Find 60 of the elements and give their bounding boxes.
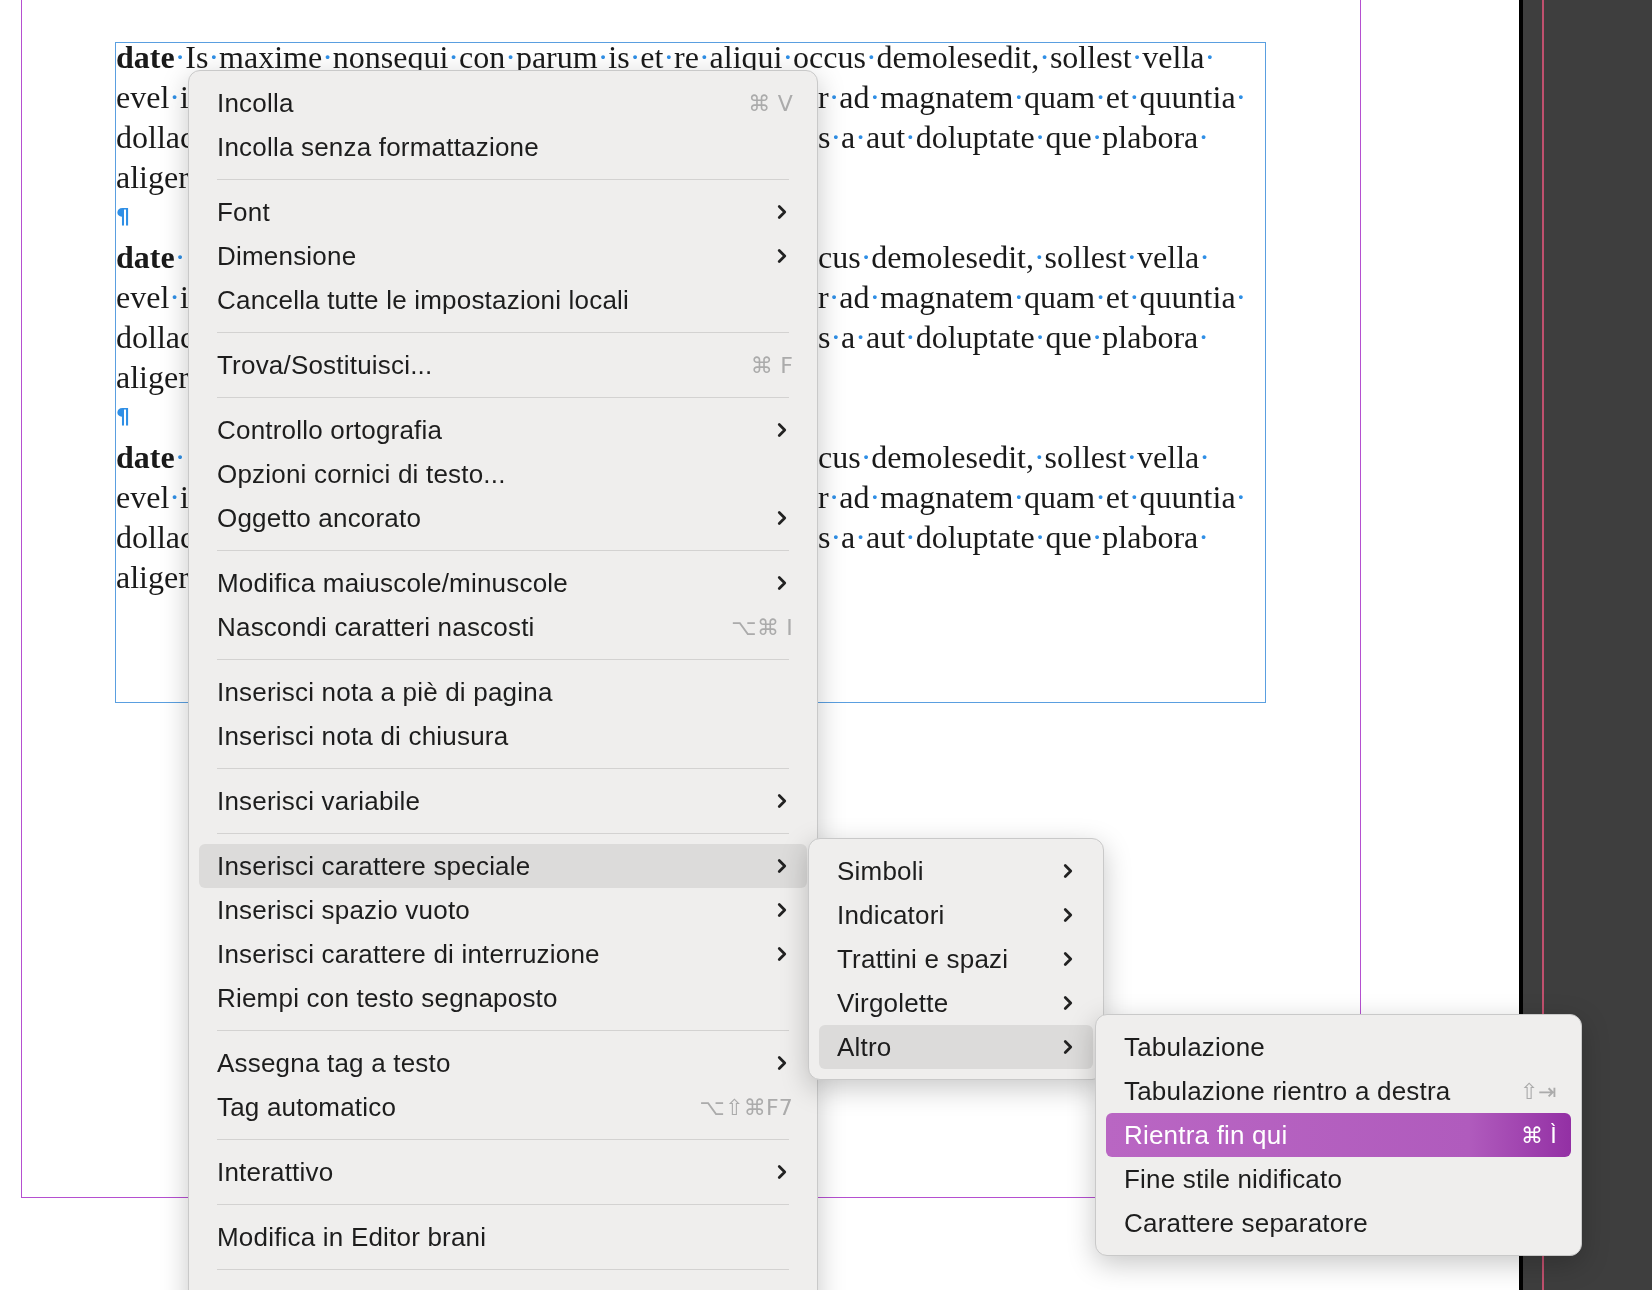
shortcut-label: ⌘ V — [747, 90, 793, 116]
menu-item[interactable]: Rientra fin qui ⌘ Ì — [1106, 1113, 1571, 1157]
menu-item[interactable]: Inserisci variabile — [199, 779, 807, 823]
document-text-line: dollac — [116, 518, 195, 557]
menu-item[interactable]: Incolla ⌘ V — [199, 81, 807, 125]
document-text-line: aliger — [116, 358, 189, 397]
menu-item[interactable]: Modifica in Editor brani — [199, 1215, 807, 1259]
menu-item[interactable]: Trattini e spazi — [819, 937, 1093, 981]
menu-item[interactable]: Inserisci spazio vuoto — [199, 888, 807, 932]
document-text-line: date·Is·maxime·nonsequi·con·parum·is·et·re·aliqui·occus·demolesedit,·sollest·vella· — [116, 38, 1216, 77]
menu-item[interactable]: Carattere separatore — [1106, 1201, 1571, 1245]
document-text-line: s·a·aut·doluptate·que·plabora· — [818, 118, 1209, 157]
menu-item[interactable]: Inserisci nota di chiusura — [199, 714, 807, 758]
document-text-line: s·a·aut·doluptate·que·plabora· — [818, 318, 1209, 357]
menu-item[interactable]: Tabulazione rientro a destra ⇧⇥ — [1106, 1069, 1571, 1113]
paragraph-mark: ¶ — [116, 203, 130, 231]
document-text-line: r·ad·magnatem·quam·et·quuntia· — [818, 478, 1247, 517]
document-text-line: cus·demolesedit,·sollest·vella· — [818, 438, 1210, 477]
shortcut-label: ⌥⌘ I — [730, 614, 793, 640]
menu-item[interactable]: Modifica maiuscole/minuscole — [199, 561, 807, 605]
menu-item[interactable]: Controllo ortografia — [199, 408, 807, 452]
shortcut-label: ⌥⇧⌘F7 — [698, 1094, 793, 1120]
document-text-line: evel·i — [116, 478, 189, 517]
document-text-line: r·ad·magnatem·quam·et·quuntia· — [818, 78, 1247, 117]
document-text-line: dollac — [116, 318, 195, 357]
menu-item[interactable]: Altro — [819, 1025, 1093, 1069]
menu-item[interactable]: Indicatori — [819, 893, 1093, 937]
document-text-line: s·a·aut·doluptate·que·plabora· — [818, 518, 1209, 557]
document-text-line: r·ad·magnatem·quam·et·quuntia· — [818, 278, 1247, 317]
menu-item[interactable]: Virgolette — [819, 981, 1093, 1025]
document-text-line: cus·demolesedit,·sollest·vella· — [818, 238, 1210, 277]
menu-item[interactable]: Fine stile nidificato — [1106, 1157, 1571, 1201]
document-text-line: aliger — [116, 558, 189, 597]
menu-item[interactable]: Cancella tutte le impostazioni locali — [199, 278, 807, 322]
menu-item[interactable]: Interattivo — [199, 1150, 807, 1194]
document-text-line: date· — [116, 238, 186, 277]
document-text-line: evel·i — [116, 78, 189, 117]
shortcut-label: ⇧⇥ — [1518, 1078, 1557, 1104]
menu-item[interactable]: Assegna tag a testo — [199, 1041, 807, 1085]
document-text-line: evel·i — [116, 278, 189, 317]
menu-item[interactable]: Incolla senza formattazione — [199, 125, 807, 169]
menu-item[interactable]: Trova/Sostituisci... ⌘ F — [199, 343, 807, 387]
menu-item[interactable]: Dimensione — [199, 234, 807, 278]
shortcut-label: ⌘ Ì — [1519, 1122, 1557, 1148]
menu-item[interactable]: Nascondi caratteri nascosti ⌥⌘ I — [199, 605, 807, 649]
menu-item[interactable]: Tag automatico ⌥⇧⌘F7 — [199, 1085, 807, 1129]
menu-item[interactable]: Inserisci nota a piè di pagina — [199, 670, 807, 714]
menu-item[interactable]: Inserisci carattere di interruzione — [199, 932, 807, 976]
shortcut-label: ⌘ F — [749, 352, 793, 378]
menu-item[interactable]: Opzioni cornici di testo... — [199, 452, 807, 496]
document-text-line: dollac — [116, 118, 195, 157]
menu-item[interactable]: Riempi con testo segnaposto — [199, 976, 807, 1020]
paragraph-mark: ¶ — [116, 403, 130, 431]
menu-item[interactable]: Inserisci carattere speciale — [199, 844, 807, 888]
document-text-line: date· — [116, 438, 186, 477]
menu-item[interactable]: Oggetto ancorato — [199, 496, 807, 540]
menu-item[interactable]: Tabulazione — [1106, 1025, 1571, 1069]
menu-item[interactable]: Simboli — [819, 849, 1093, 893]
document-text-line: aliger — [116, 158, 189, 197]
menu-item[interactable]: Font — [199, 190, 807, 234]
